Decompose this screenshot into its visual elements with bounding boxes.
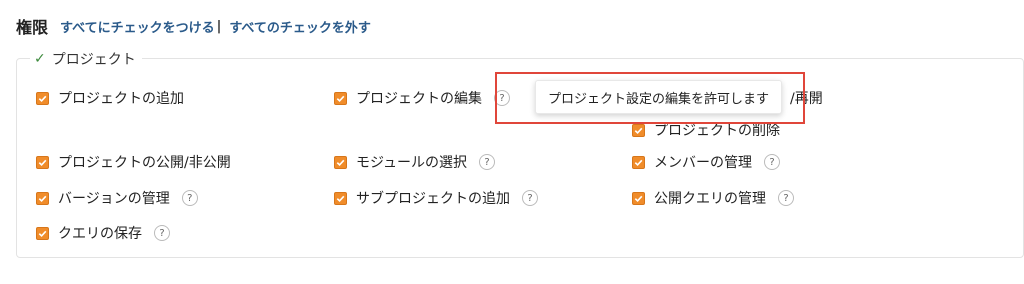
checkmark-icon: ✓ <box>34 51 46 67</box>
check-all-link[interactable]: すべてにチェックをつける <box>60 17 215 36</box>
permission-select-modules[interactable]: モジュールの選択 ? <box>334 152 496 172</box>
permission-label: プロジェクトの編集 <box>356 91 482 107</box>
permission-label: メンバーの管理 <box>654 155 752 171</box>
permission-label: プロジェクトの追加 <box>58 91 184 107</box>
permission-label: プロジェクトの公開/非公開 <box>58 155 231 171</box>
highlight-box <box>495 72 805 124</box>
uncheck-all-link[interactable]: すべてのチェックを外す <box>229 17 371 36</box>
help-icon[interactable]: ? <box>522 190 538 206</box>
checkbox[interactable] <box>632 191 645 205</box>
checkbox[interactable] <box>36 191 49 205</box>
help-icon[interactable]: ? <box>181 190 198 206</box>
checkbox[interactable] <box>36 91 49 105</box>
permission-save-queries[interactable]: クエリの保存 ? <box>36 223 170 243</box>
help-icon[interactable]: ? <box>479 154 496 170</box>
permission-manage-members[interactable]: メンバーの管理 ? <box>632 152 780 172</box>
checkbox[interactable] <box>334 191 347 205</box>
permission-public-private[interactable]: プロジェクトの公開/非公開 <box>36 152 231 172</box>
permission-add-subproject[interactable]: サブプロジェクトの追加 ? <box>334 188 538 208</box>
checkbox[interactable] <box>334 91 347 105</box>
help-icon[interactable]: ? <box>778 190 794 206</box>
checkbox[interactable] <box>632 155 645 169</box>
permission-manage-versions[interactable]: バージョンの管理 ? <box>36 188 198 208</box>
help-icon[interactable]: ? <box>154 225 170 241</box>
link-separator: | <box>216 18 222 34</box>
checkbox[interactable] <box>36 226 49 240</box>
checkbox[interactable] <box>36 155 49 169</box>
permission-label: バージョンの管理 <box>58 191 170 207</box>
permission-label: 公開クエリの管理 <box>654 191 766 207</box>
permission-label: モジュールの選択 <box>356 155 468 171</box>
checkbox[interactable] <box>334 155 347 169</box>
permission-add-project[interactable]: プロジェクトの追加 <box>36 88 184 108</box>
permission-edit-project[interactable]: プロジェクトの編集 ? <box>334 88 510 108</box>
checkbox[interactable] <box>632 123 645 137</box>
permissions-title: 権限 <box>16 18 49 37</box>
permission-manage-public-queries[interactable]: 公開クエリの管理 ? <box>632 188 794 208</box>
permission-label: クエリの保存 <box>58 226 142 242</box>
help-icon[interactable]: ? <box>764 154 780 170</box>
project-section-legend[interactable]: ✓ プロジェクト <box>30 49 142 69</box>
permission-label: サブプロジェクトの追加 <box>356 191 510 207</box>
project-section-label: プロジェクト <box>51 52 136 68</box>
permissions-header: 権限 すべてにチェックをつける | すべてのチェックを外す <box>16 14 371 38</box>
